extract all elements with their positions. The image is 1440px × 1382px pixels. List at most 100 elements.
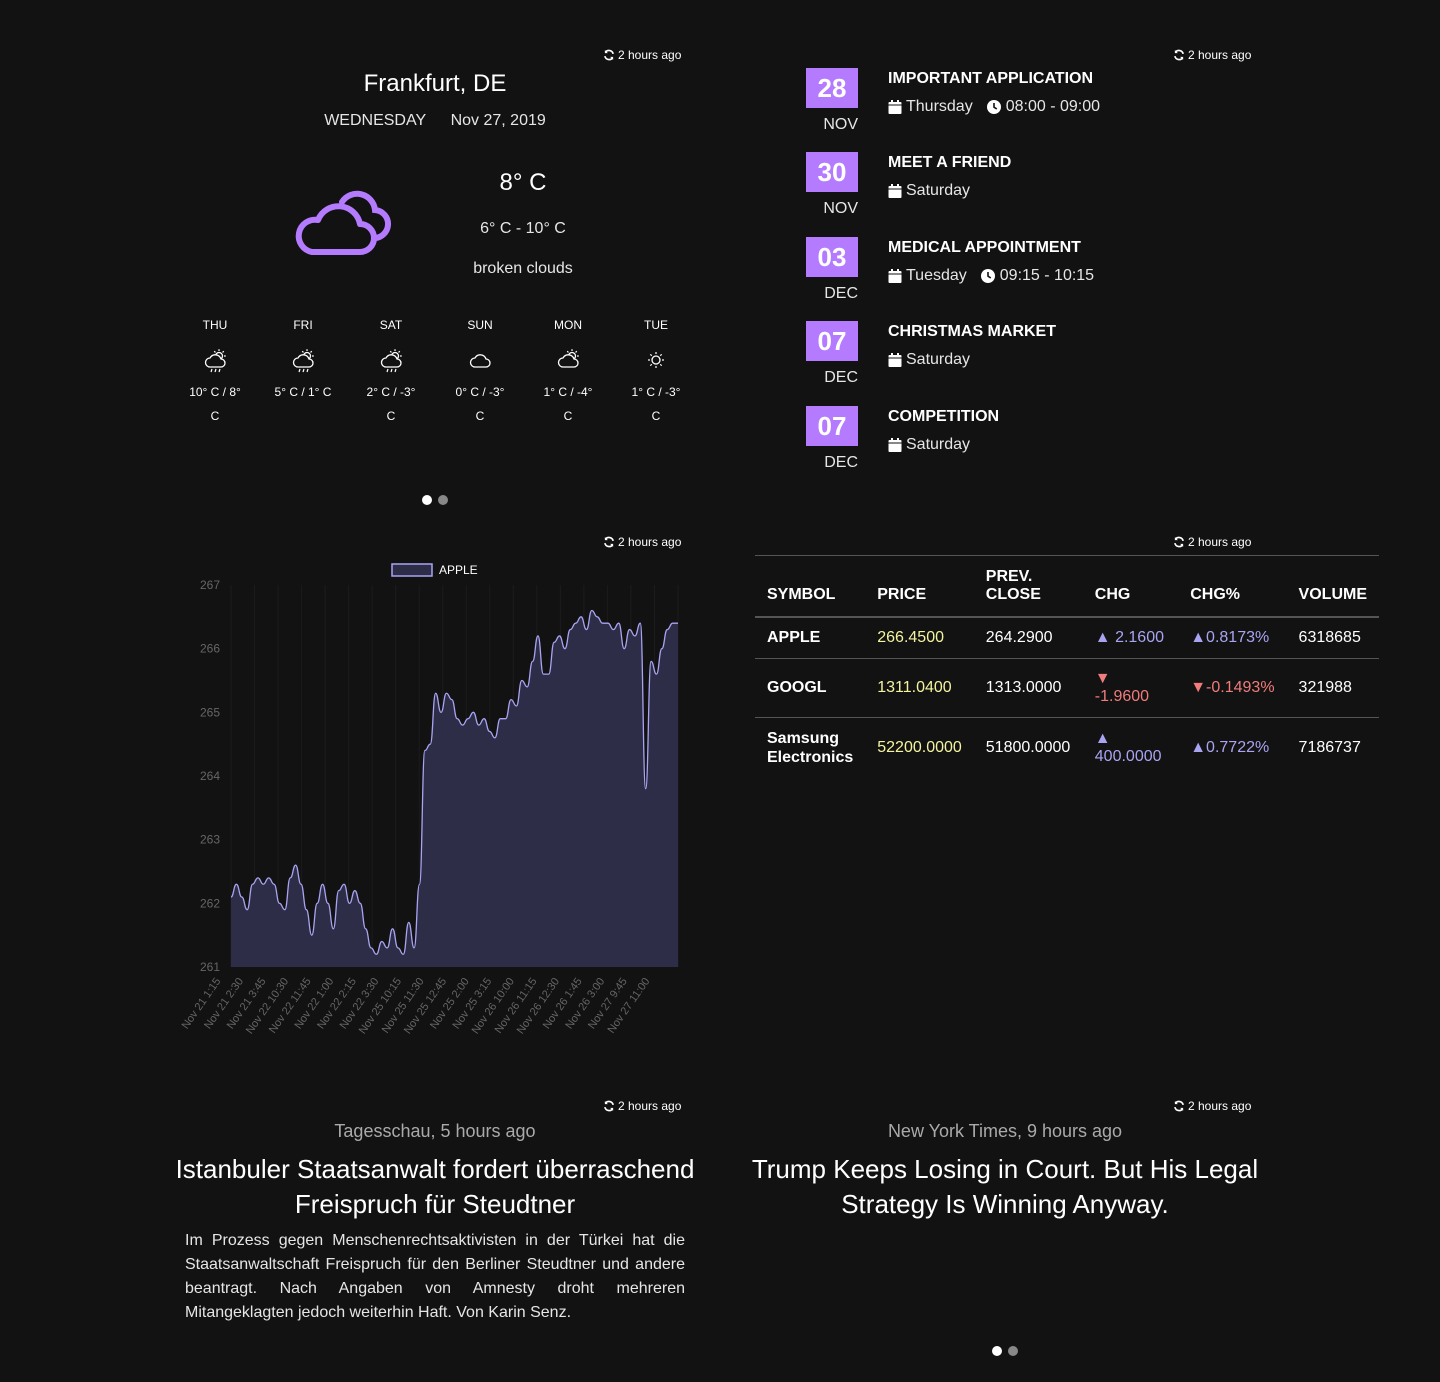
stock-price: 266.4500 (865, 617, 974, 659)
sun-cloud-rain-icon (351, 342, 431, 378)
refresh-indicator: 2 hours ago (1173, 48, 1251, 62)
pager-dot-active[interactable] (422, 495, 432, 505)
clock-icon (981, 269, 995, 283)
legend-label: APPLE (439, 563, 478, 577)
calendar-event[interactable]: 28 NOV IMPORTANT APPLICATION Thursday 08:00 … (806, 68, 1266, 152)
calendar-event[interactable]: 30 NOV MEET A FRIEND Saturday (806, 152, 1266, 236)
forecast-temp: 5° C / 1° C (263, 380, 343, 404)
stock-price: 52200.0000 (877, 739, 962, 756)
calendar-icon (888, 184, 902, 198)
refresh-icon (603, 536, 615, 548)
refresh-indicator: 2 hours ago (603, 48, 681, 62)
forecast-temp-line: 10° C / 8° (189, 385, 241, 399)
forecast-temp-line: 0° C / -3° (455, 385, 505, 399)
y-tick-label: 267 (200, 578, 220, 592)
refresh-icon (1173, 536, 1185, 548)
forecast-temp: 2° C / -3° C (351, 380, 431, 428)
news-headline[interactable]: Trump Keeps Losing in Court. But His Leg… (745, 1152, 1265, 1222)
refresh-label: 2 hours ago (1188, 1099, 1252, 1113)
news-body: Im Prozess gegen Menschenrechtsaktiviste… (185, 1232, 685, 1321)
forecast-day: THU 10° C / 8° C (175, 318, 255, 428)
forecast-day-label: TUE (644, 318, 668, 332)
col-prev-close: PREV. CLOSE (973, 555, 1083, 618)
pager-dot-active[interactable] (992, 1346, 1002, 1356)
event-time: 09:15 - 10:15 (981, 267, 1094, 285)
event-month: DEC (824, 369, 858, 386)
forecast-day-label: SUN (467, 318, 493, 332)
event-day-badge: 07 (806, 321, 858, 361)
forecast-day-label: FRI (293, 318, 313, 332)
forecast-temp-line: 5° C / 1° C (274, 385, 332, 399)
stock-prev-close: 264.2900 (973, 617, 1083, 659)
event-month: DEC (824, 454, 858, 471)
event-month: DEC (824, 285, 858, 302)
refresh-icon (603, 49, 615, 61)
forecast-day-label: THU (202, 318, 228, 332)
calendar-icon (888, 353, 902, 367)
calendar-icon (888, 269, 902, 283)
stock-change-percent: ▼-0.1493% (1178, 658, 1287, 718)
y-tick-label: 263 (200, 833, 220, 847)
stock-symbol: Samsung Electronics (767, 730, 854, 766)
event-day-badge: 28 (806, 68, 858, 108)
weather-weekday: WEDNESDAY (324, 112, 427, 129)
weather-temperature: 8° C (499, 169, 547, 196)
forecast-temp-unit: C (386, 409, 396, 423)
refresh-label: 2 hours ago (1188, 535, 1252, 549)
pager-dot[interactable] (438, 495, 448, 505)
cloud-icon (440, 342, 520, 378)
weather-date-line: WEDNESDAY Nov 27, 2019 (185, 112, 685, 130)
refresh-icon (1173, 1100, 1185, 1112)
news-pager[interactable] (992, 1346, 1018, 1356)
event-title: MEET A FRIEND (888, 154, 1012, 171)
forecast-temp-unit: C (210, 409, 220, 423)
event-weekday: Saturday (906, 182, 971, 199)
forecast-temp: 1° C / -4° C (528, 380, 608, 428)
stock-header-row: SYMBOL PRICE PREV. CLOSE CHG CHG% VOLUME (755, 555, 1379, 618)
calendar-event[interactable]: 07 DEC COMPETITION Saturday (806, 406, 1266, 490)
news-headline[interactable]: Istanbuler Staatsanwalt fordert überrasc… (175, 1152, 695, 1222)
forecast-temp: 10° C / 8° C (175, 380, 255, 428)
refresh-label: 2 hours ago (618, 48, 682, 62)
event-meta: Saturday (888, 351, 970, 369)
event-time-label: 09:15 - 10:15 (999, 267, 1095, 284)
stock-row[interactable]: Samsung Electronics 52200.0000 51800.0000 ▲… (755, 718, 1379, 779)
sun-cloud-icon (528, 342, 608, 378)
event-time: 08:00 - 09:00 (987, 98, 1100, 116)
broken-clouds-icon (292, 190, 392, 258)
stock-change: ▲ 2.1600 (1082, 617, 1179, 659)
legend-swatch (391, 563, 433, 577)
forecast-temp-unit: C (563, 409, 573, 423)
stock-table: SYMBOL PRICE PREV. CLOSE CHG CHG% VOLUME… (755, 555, 1379, 778)
y-tick-label: 264 (200, 769, 220, 783)
forecast-day: FRI 5° C / 1° C (263, 318, 343, 404)
sun-icon (616, 342, 696, 378)
weather-temp-range: 6° C - 10° C (480, 220, 566, 237)
event-weekday: Saturday (906, 351, 971, 368)
stock-volume: 321988 (1286, 658, 1379, 718)
refresh-label: 2 hours ago (618, 1099, 682, 1113)
forecast-day-label: SAT (379, 318, 403, 332)
event-month: NOV (823, 200, 858, 217)
col-symbol: SYMBOL (755, 555, 866, 618)
stock-volume: 7186737 (1298, 739, 1361, 756)
calendar-event[interactable]: 03 DEC MEDICAL APPOINTMENT Tuesday 09:15 - 1… (806, 237, 1266, 321)
weather-pager[interactable] (422, 495, 448, 505)
event-title: IMPORTANT APPLICATION (888, 70, 1094, 87)
stock-row[interactable]: APPLE 266.4500 264.2900 ▲ 2.1600 ▲0.8173% 631… (755, 617, 1379, 659)
calendar-icon (888, 100, 902, 114)
pager-dot[interactable] (1008, 1346, 1018, 1356)
forecast-temp-line: 2° C / -3° (366, 385, 416, 399)
stock-chart: 261262263264265266267Nov 21 1:15Nov 21 2… (180, 563, 679, 1036)
refresh-icon (603, 1100, 615, 1112)
stock-row[interactable]: GOOGL 1311.0400 1313.0000 ▼ -1.9600 ▼-0.1493… (755, 658, 1379, 718)
stock-change-percent: ▲0.7722% (1190, 739, 1270, 756)
event-time-label: 08:00 - 09:00 (1005, 98, 1100, 115)
stock-volume: 6318685 (1286, 617, 1379, 659)
event-title: CHRISTMAS MARKET (888, 323, 1056, 340)
forecast-temp: 1° C / -3° C (616, 380, 696, 428)
weather-date: Nov 27, 2019 (450, 112, 546, 129)
calendar-event[interactable]: 07 DEC CHRISTMAS MARKET Saturday (806, 321, 1266, 405)
forecast-temp-line: 1° C / -3° (631, 385, 681, 399)
stock-prev-close: 51800.0000 (985, 739, 1071, 756)
